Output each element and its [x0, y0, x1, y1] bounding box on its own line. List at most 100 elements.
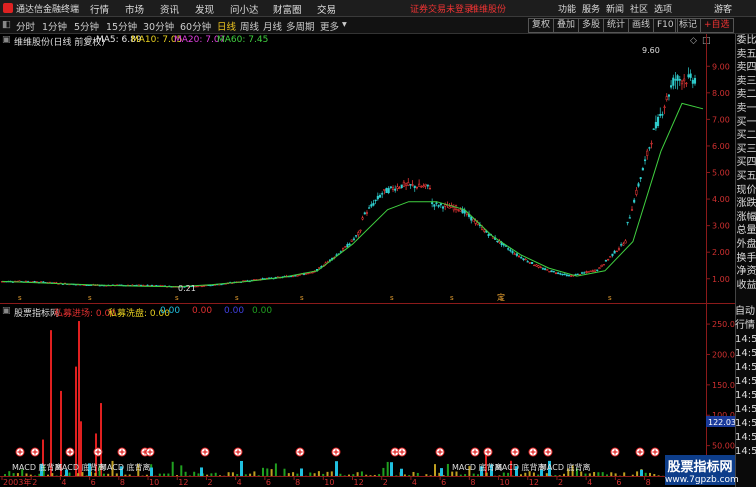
sidebar-item[interactable]: 买一 — [736, 116, 756, 130]
candle-body — [685, 82, 688, 85]
ding-marker: 定 — [497, 292, 505, 302]
indicator-bar — [593, 472, 596, 476]
candle-body — [200, 285, 203, 288]
candle-body — [567, 275, 571, 277]
candle-body — [33, 281, 36, 283]
candle-body — [342, 247, 345, 251]
candle-body — [150, 284, 153, 287]
indicator-bar — [558, 475, 561, 476]
candle-body — [635, 190, 638, 195]
candle-body — [391, 187, 395, 190]
indicator-bar — [330, 471, 333, 476]
sidebar-item[interactable]: 买三 — [736, 143, 756, 157]
date-tick-label: 6 — [91, 478, 96, 487]
date-tick-label: 2 — [383, 478, 388, 487]
indicator-bar — [107, 473, 110, 476]
candle-body — [24, 280, 27, 283]
candle-body — [376, 195, 379, 200]
indicator-bar — [29, 474, 32, 476]
candle-body — [389, 186, 392, 189]
tick-item[interactable]: 自动 — [735, 305, 756, 319]
candle-body — [594, 269, 597, 272]
indicator-bar — [240, 460, 243, 476]
sidebar-item[interactable]: 委比 — [736, 34, 756, 48]
tick-item: 14:56 — [735, 432, 756, 443]
indicator-bar — [554, 475, 557, 476]
candle-body — [678, 78, 681, 81]
candle-body — [348, 243, 351, 246]
sidebar-item[interactable]: 净资 — [736, 265, 756, 279]
candle-body — [209, 284, 212, 287]
sidebar-item[interactable]: 卖五 — [736, 48, 756, 62]
candle-body — [381, 193, 384, 195]
event-marker: s — [235, 294, 239, 302]
indicator-bar — [610, 472, 613, 476]
sidebar-item[interactable]: 收益 — [736, 279, 756, 293]
indicator-bar — [25, 473, 28, 476]
indicator-bar — [326, 471, 329, 476]
indicator-bar — [231, 472, 234, 476]
sidebar-item[interactable]: 卖二 — [736, 88, 756, 102]
candle-body — [439, 203, 442, 206]
indicator-bar — [322, 473, 325, 476]
sidebar-item[interactable]: 买四 — [736, 156, 756, 170]
candle-body — [441, 206, 445, 209]
tick-item: 14:56 — [735, 446, 756, 457]
tick-item[interactable]: 行情 — [735, 319, 756, 333]
indicator-bar — [266, 468, 269, 476]
candle-body — [565, 274, 568, 277]
candle-body — [604, 260, 607, 262]
stock-chart[interactable]: 1.00 2.00 3.00 4.00 5.00 6.00 7.00 8.00 9.00 s s s… — [0, 0, 735, 487]
indicator-bar — [451, 471, 454, 476]
sidebar-item[interactable]: 现价 — [736, 184, 756, 198]
indicator-bar — [94, 472, 97, 476]
candle-body — [646, 150, 649, 156]
indicator-bar — [360, 471, 363, 476]
indicator-bar — [210, 473, 213, 476]
price-tick-label: 2.00 — [712, 248, 730, 257]
indicator-bar — [348, 474, 350, 476]
tick-item: 14:56 — [735, 418, 756, 429]
indicator-bar — [176, 475, 178, 476]
candle-body — [643, 159, 647, 162]
date-tick-label: 4 — [237, 478, 242, 487]
sidebar-item[interactable]: 外盘 — [736, 238, 756, 252]
candle-body — [680, 80, 684, 85]
candle-body — [372, 203, 375, 206]
indicator-bar — [163, 473, 166, 476]
price-tick-label: 3.00 — [712, 222, 730, 231]
indicator-bar — [373, 474, 376, 476]
indicator-bar — [601, 472, 604, 476]
candle-body — [513, 253, 516, 255]
sidebar-item[interactable]: 卖三 — [736, 75, 756, 89]
candle-body — [522, 258, 525, 260]
sidebar-item[interactable]: 换手 — [736, 252, 756, 266]
candle-body — [600, 265, 603, 267]
indicator-bar — [532, 472, 535, 476]
price-tick-label: 4.00 — [712, 195, 730, 204]
indicator-bar — [395, 475, 398, 476]
date-tick-label: 8 — [120, 478, 125, 487]
candle-body — [394, 188, 397, 191]
sidebar-item[interactable]: 卖一 — [736, 102, 756, 116]
sidebar-item[interactable]: 买二 — [736, 129, 756, 143]
indicator-bar — [545, 473, 548, 476]
indicator-bar — [502, 472, 505, 476]
indicator-bar — [214, 472, 217, 476]
indicator-bar — [188, 475, 191, 476]
sidebar-item[interactable]: 涨幅 — [736, 211, 756, 225]
sidebar-item[interactable]: 涨跌 — [736, 197, 756, 211]
candle-body — [305, 273, 308, 275]
tick-item: 14:56 — [735, 390, 756, 401]
sidebar-item[interactable]: 总量 — [736, 224, 756, 238]
tick-item: 14:56 — [735, 404, 756, 415]
indicator-bar — [262, 467, 264, 476]
indicator-bar — [270, 469, 273, 476]
indicator-bar — [653, 474, 656, 476]
candle-body — [533, 264, 536, 267]
sidebar-item[interactable]: 卖四 — [736, 61, 756, 75]
indicator-bar — [365, 474, 368, 476]
candle-body — [359, 229, 362, 232]
sidebar-item[interactable]: 买五 — [736, 170, 756, 184]
indicator-bar — [167, 473, 170, 476]
